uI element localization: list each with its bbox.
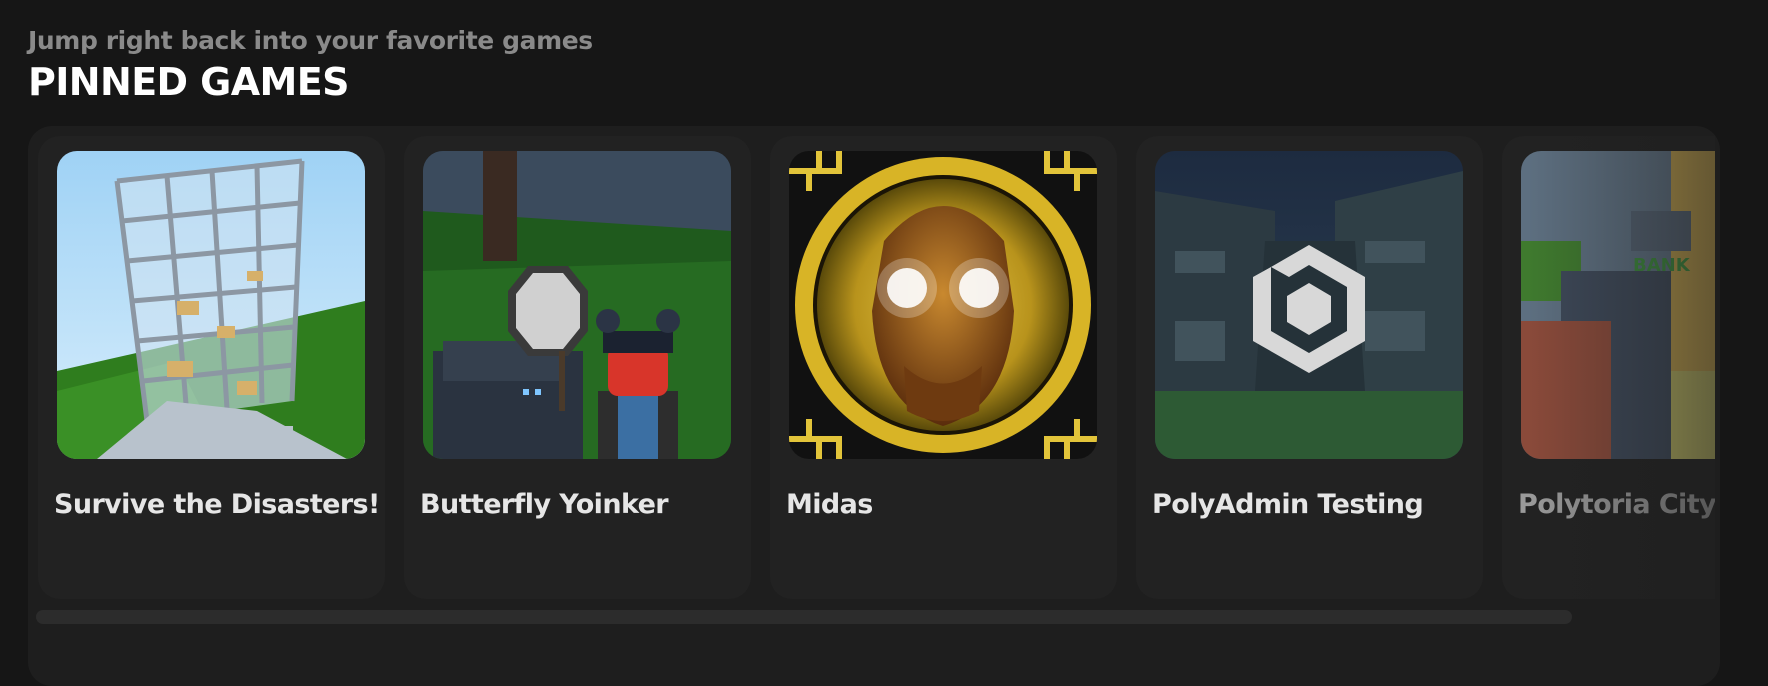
game-thumbnail[interactable] bbox=[789, 151, 1097, 459]
polyadmin-logo-image bbox=[1155, 151, 1463, 459]
game-title[interactable]: Midas bbox=[786, 489, 873, 520]
game-thumbnail[interactable] bbox=[57, 151, 365, 459]
game-title[interactable]: PolyAdmin Testing bbox=[1152, 489, 1424, 520]
game-thumbnail[interactable]: BANK bbox=[1521, 151, 1715, 459]
game-card-butterfly-yoinker[interactable]: Butterfly Yoinker bbox=[404, 136, 751, 599]
game-title[interactable]: Polytoria City bbox=[1518, 489, 1715, 520]
game-card-survive-the-disasters[interactable]: Survive the Disasters! bbox=[38, 136, 385, 599]
game-thumbnail[interactable] bbox=[423, 151, 731, 459]
city-street-image: BANK bbox=[1521, 151, 1715, 459]
pinned-games-carousel: Survive the Disasters! Butterfly Yoinker… bbox=[28, 126, 1720, 686]
game-title[interactable]: Butterfly Yoinker bbox=[420, 489, 669, 520]
carousel-scrollbar[interactable] bbox=[36, 610, 1572, 624]
game-thumbnail[interactable] bbox=[1155, 151, 1463, 459]
game-card-polytoria-city[interactable]: BANK Polytoria City bbox=[1502, 136, 1715, 599]
carousel-track: Survive the Disasters! Butterfly Yoinker… bbox=[38, 136, 1715, 616]
game-title[interactable]: Survive the Disasters! bbox=[54, 489, 380, 520]
section-title: PINNED GAMES bbox=[28, 60, 349, 104]
game-card-polyadmin-testing[interactable]: PolyAdmin Testing bbox=[1136, 136, 1483, 599]
section-subtitle: Jump right back into your favorite games bbox=[28, 26, 593, 55]
game-card-midas[interactable]: Midas bbox=[770, 136, 1117, 599]
character-with-net-image bbox=[423, 151, 731, 459]
golden-face-image bbox=[789, 151, 1097, 459]
collapsing-building-image bbox=[57, 151, 365, 459]
svg-text:BANK: BANK bbox=[1633, 255, 1691, 276]
